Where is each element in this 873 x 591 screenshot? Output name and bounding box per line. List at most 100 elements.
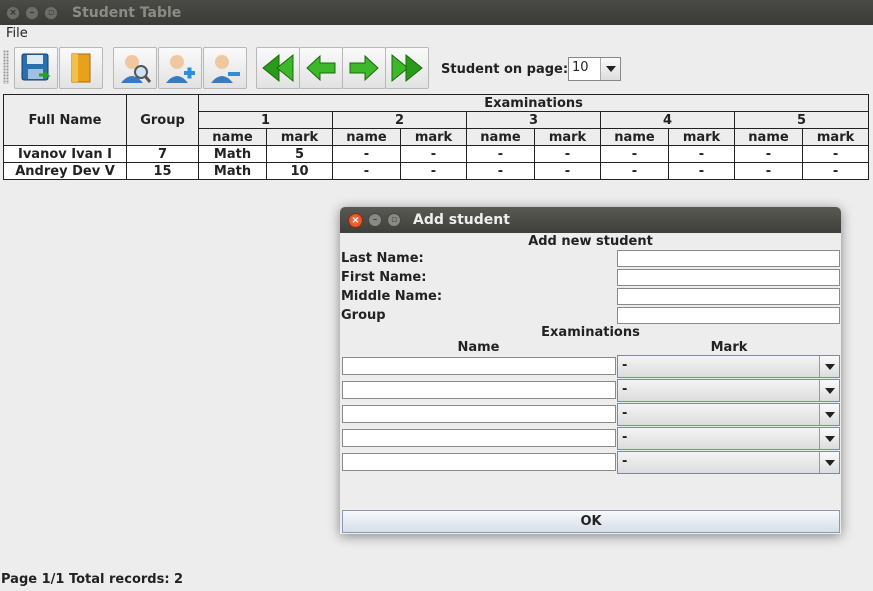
- exam-name-input[interactable]: [342, 381, 616, 399]
- middle-name-input[interactable]: [617, 288, 840, 305]
- cell-exam-name[interactable]: -: [466, 162, 535, 180]
- middle-name-label: Middle Name:: [341, 289, 443, 304]
- first-page-icon: [262, 53, 294, 83]
- cell-exam-name[interactable]: Math: [198, 145, 267, 163]
- close-icon[interactable]: ×: [6, 5, 20, 20]
- cell-exam-mark[interactable]: -: [801, 162, 870, 180]
- first-page-button[interactable]: [256, 47, 300, 89]
- student-table: Full Name Group Examinations 12345 name m…: [3, 94, 870, 180]
- ok-button[interactable]: OK: [342, 510, 840, 533]
- cell-exam-name[interactable]: -: [734, 162, 803, 180]
- header-exam-mark: mark: [266, 128, 333, 146]
- cell-exam-name[interactable]: -: [332, 145, 401, 163]
- header-exam-name: name: [198, 128, 267, 146]
- first-name-input[interactable]: [617, 269, 840, 286]
- header-exam-number: 1: [198, 111, 333, 129]
- open-book-icon: [71, 53, 91, 83]
- maximize-icon[interactable]: ▫: [44, 5, 58, 20]
- cell-exam-mark[interactable]: -: [534, 162, 601, 180]
- cell-group[interactable]: 7: [126, 145, 199, 163]
- add-student-dialog: × – ▫ Add student Add new student Last N…: [340, 207, 841, 534]
- dialog-title-bar[interactable]: × – ▫ Add student: [340, 207, 841, 233]
- minimize-icon[interactable]: –: [368, 213, 382, 227]
- students-per-page-label: Student on page:: [441, 62, 569, 77]
- header-exam-name: name: [734, 128, 803, 146]
- cell-group[interactable]: 15: [126, 162, 199, 180]
- dialog-heading: Add new student: [528, 234, 653, 249]
- header-exam-mark: mark: [400, 128, 467, 146]
- exam-mark-select[interactable]: -: [617, 355, 840, 378]
- toolbar-grip[interactable]: [3, 50, 9, 84]
- last-name-label: Last Name:: [341, 251, 424, 266]
- exam-mark-column-header: Mark: [710, 340, 748, 355]
- chevron-down-icon[interactable]: [819, 380, 839, 401]
- menu-file[interactable]: File: [6, 26, 28, 41]
- cell-exam-name[interactable]: -: [600, 162, 669, 180]
- header-group[interactable]: Group: [126, 94, 199, 146]
- cell-exam-mark[interactable]: -: [400, 162, 467, 180]
- prev-page-button[interactable]: [299, 47, 343, 89]
- cell-exam-mark[interactable]: 5: [266, 145, 333, 163]
- last-page-button[interactable]: [385, 47, 429, 89]
- cell-full-name[interactable]: Andrey Dev V: [3, 162, 127, 180]
- minimize-icon[interactable]: –: [25, 5, 39, 20]
- exam-mark-select[interactable]: -: [617, 451, 840, 474]
- header-exam-name: name: [332, 128, 401, 146]
- exam-mark-value: -: [622, 382, 628, 397]
- cell-exam-mark[interactable]: 10: [266, 162, 333, 180]
- students-per-page-select[interactable]: 10: [568, 57, 621, 81]
- status-bar: Page 1/1 Total records: 2: [1, 572, 184, 587]
- chevron-down-icon[interactable]: [600, 58, 620, 80]
- maximize-icon[interactable]: ▫: [387, 213, 401, 227]
- table-row[interactable]: Ivanov Ivan I 7 Math 5- - - - - - - -: [3, 145, 870, 163]
- group-input[interactable]: [617, 307, 840, 324]
- title-bar: × – ▫ Student Table: [0, 0, 873, 25]
- cell-exam-mark[interactable]: -: [801, 145, 870, 163]
- cell-exam-name[interactable]: Math: [198, 162, 267, 180]
- cell-exam-mark[interactable]: -: [668, 145, 735, 163]
- exam-name-input[interactable]: [342, 453, 616, 471]
- chevron-down-icon[interactable]: [819, 356, 839, 377]
- cell-exam-name[interactable]: -: [332, 162, 401, 180]
- dialog-title: Add student: [413, 212, 510, 228]
- exam-name-input[interactable]: [342, 429, 616, 447]
- add-student-button[interactable]: [158, 47, 202, 89]
- cell-exam-name[interactable]: -: [734, 145, 803, 163]
- examinations-heading: Examinations: [541, 325, 640, 340]
- exam-name-input[interactable]: [342, 357, 616, 375]
- group-label: Group: [341, 308, 386, 323]
- cell-full-name[interactable]: Ivanov Ivan I: [3, 145, 127, 163]
- cell-exam-name[interactable]: -: [466, 145, 535, 163]
- open-button[interactable]: [59, 47, 103, 89]
- save-icon: [21, 53, 51, 81]
- toolbar: [0, 44, 873, 92]
- remove-student-button[interactable]: [203, 47, 247, 89]
- header-exam-mark: mark: [801, 128, 870, 146]
- header-full-name[interactable]: Full Name: [3, 94, 127, 146]
- header-exam-number: 4: [600, 111, 735, 129]
- header-exam-number: 5: [733, 111, 870, 129]
- exam-mark-select[interactable]: -: [617, 403, 840, 426]
- header-exam-number: 3: [466, 111, 601, 129]
- header-exam-name: name: [466, 128, 535, 146]
- table-row[interactable]: Andrey Dev V 15 Math 10- - - - - - - -: [3, 162, 870, 180]
- search-student-button[interactable]: [113, 47, 157, 89]
- last-name-input[interactable]: [617, 250, 840, 267]
- cell-exam-mark[interactable]: -: [534, 145, 601, 163]
- exam-mark-select[interactable]: -: [617, 379, 840, 402]
- chevron-down-icon[interactable]: [819, 452, 839, 473]
- exam-mark-select[interactable]: -: [617, 427, 840, 450]
- cell-exam-name[interactable]: -: [600, 145, 669, 163]
- exam-name-input[interactable]: [342, 405, 616, 423]
- prev-page-icon: [306, 54, 336, 82]
- next-page-button[interactable]: [342, 47, 386, 89]
- cell-exam-mark[interactable]: -: [668, 162, 735, 180]
- window-title: Student Table: [72, 4, 182, 21]
- cell-exam-mark[interactable]: -: [400, 145, 467, 163]
- chevron-down-icon[interactable]: [819, 404, 839, 425]
- first-name-label: First Name:: [341, 270, 427, 285]
- exam-name-column-header: Name: [457, 340, 500, 355]
- save-button[interactable]: [14, 47, 58, 89]
- close-icon[interactable]: ×: [348, 212, 363, 228]
- chevron-down-icon[interactable]: [819, 428, 839, 449]
